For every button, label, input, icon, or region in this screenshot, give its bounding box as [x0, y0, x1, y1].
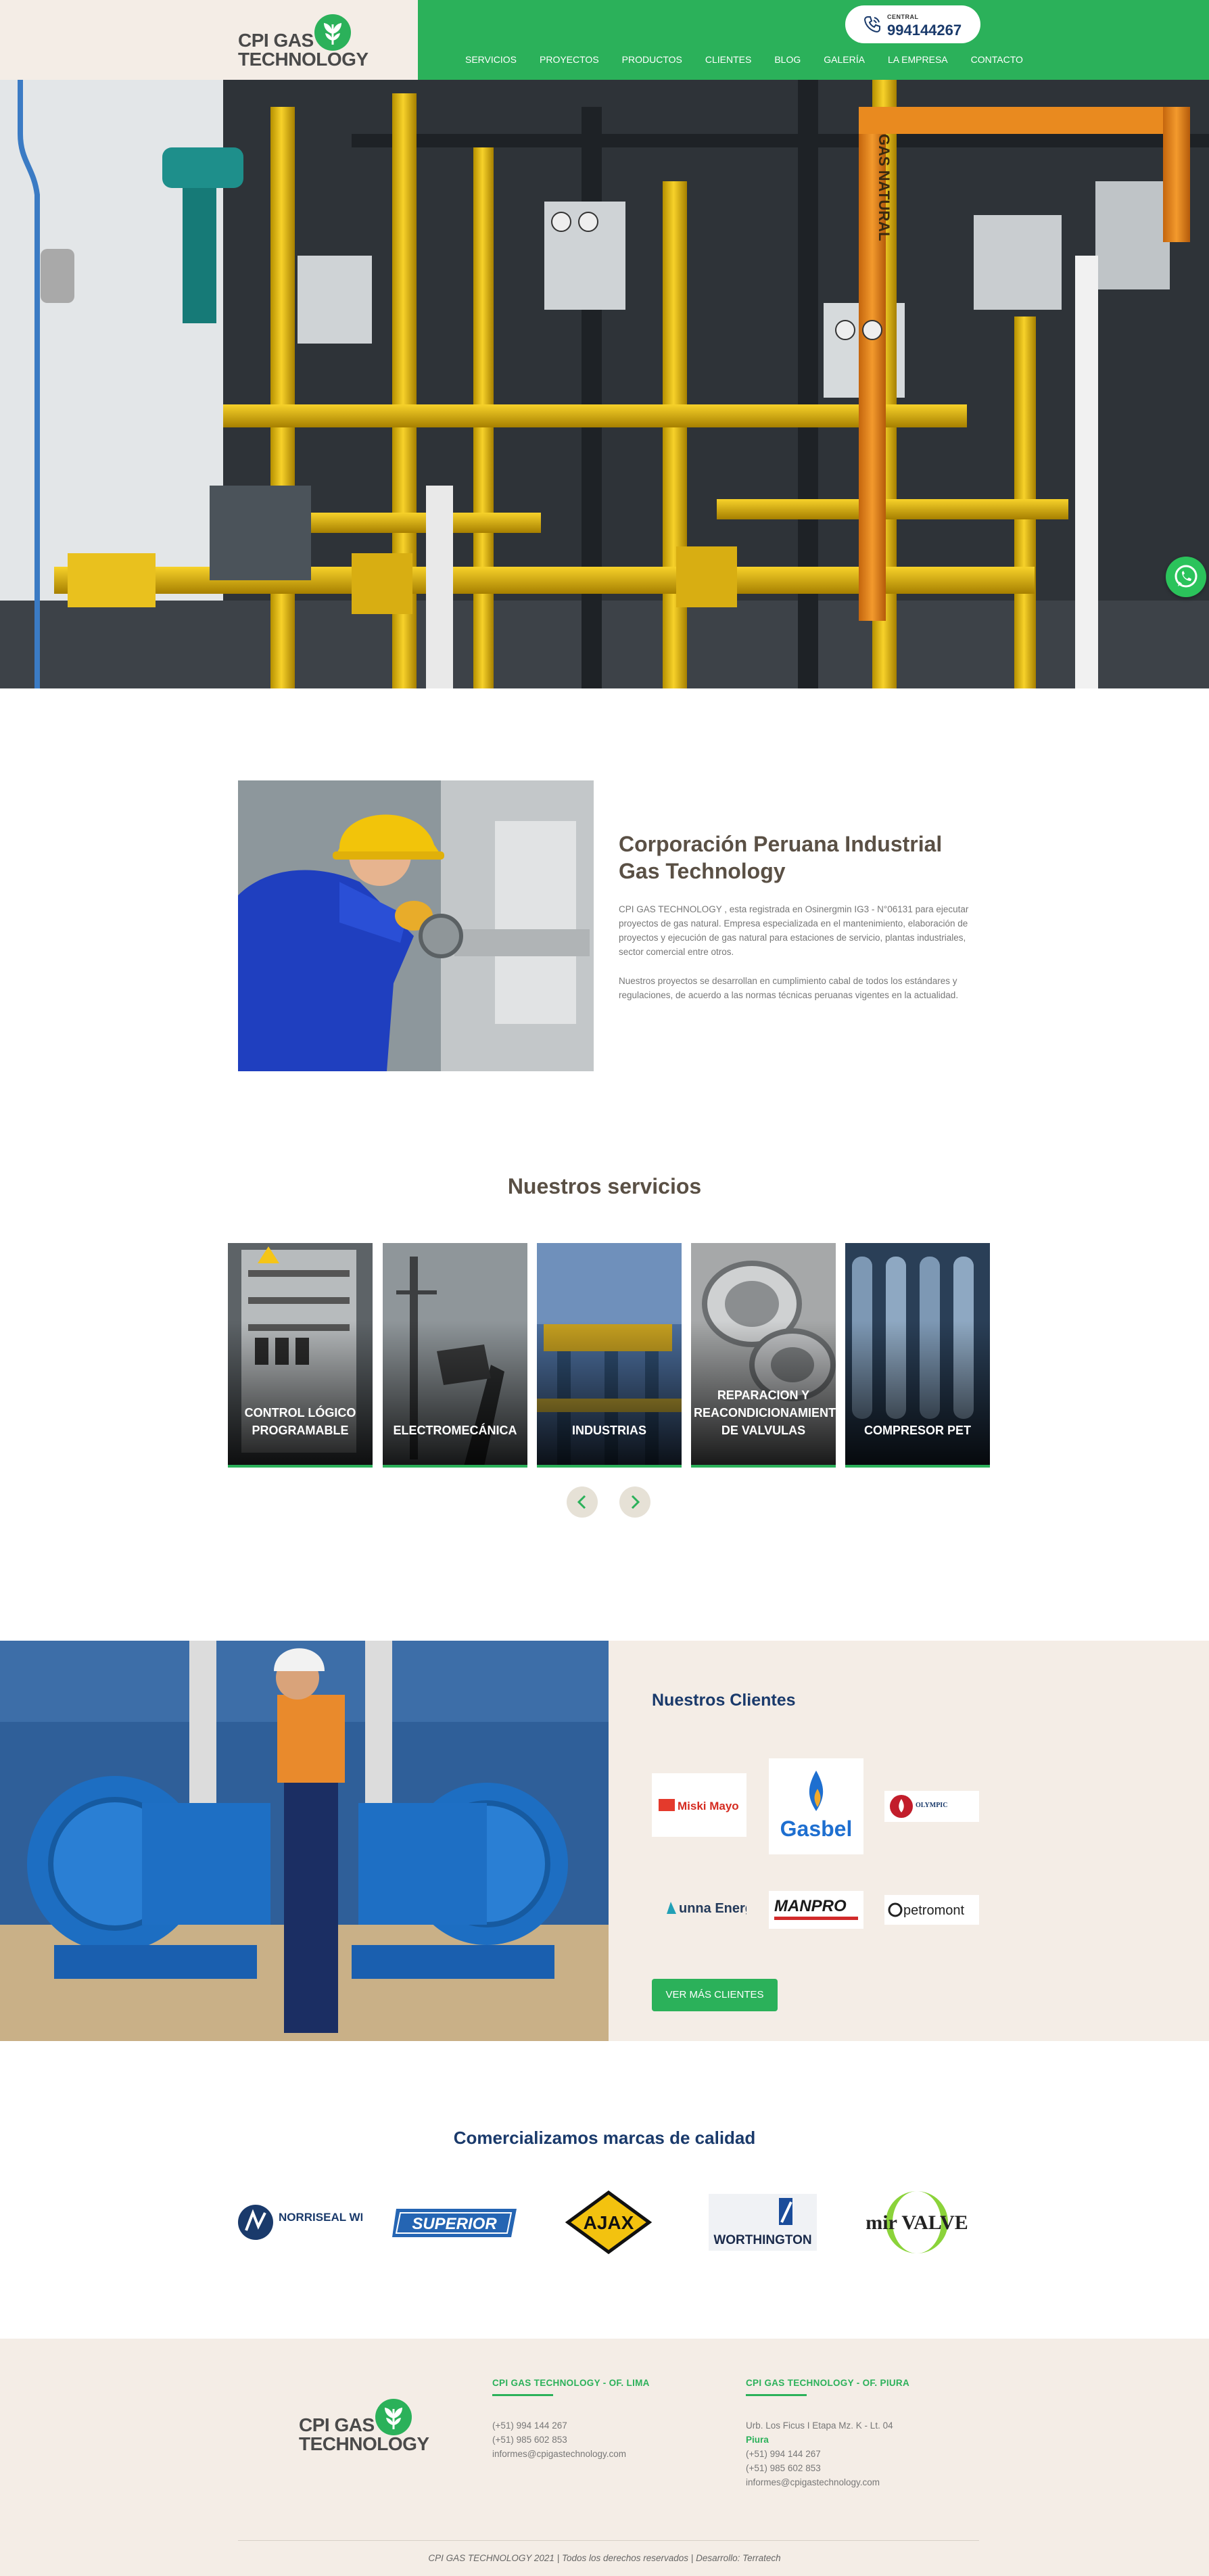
central-phone[interactable]: CENTRAL 994144267	[845, 5, 980, 43]
client-logo-text: unna Energía	[679, 1901, 746, 1916]
gas-plant-photo: GAS NATURAL	[0, 80, 1209, 688]
client-logo-text: OLYMPIC	[916, 1802, 947, 1809]
phone-icon	[863, 16, 880, 33]
footer-lima-phone-1[interactable]: (+51) 994 144 267	[492, 2418, 567, 2433]
whatsapp-button[interactable]	[1166, 557, 1206, 597]
brand-logo-text: SUPERIOR	[412, 2215, 497, 2233]
footer-lima-phone-2[interactable]: (+51) 985 602 853	[492, 2433, 567, 2447]
about-title: Corporación Peruana Industrial Gas Techn…	[619, 832, 943, 883]
service-card[interactable]: REPARACION Y REACONDICIONAMIENTO DE VALV…	[691, 1243, 836, 1468]
brand-logo-ajax[interactable]: AJAX	[546, 2188, 671, 2256]
footer-piura-title: CPI GAS TECHNOLOGY - OF. PIURA	[746, 2378, 910, 2388]
client-logo-text: Miski Mayo	[678, 1800, 739, 1812]
whatsapp-icon	[1175, 565, 1198, 588]
brand-logo-mir-valve[interactable]: mir VALVE	[855, 2188, 979, 2256]
footer-piura-underline	[746, 2394, 807, 2396]
client-logo-manpro[interactable]: MANPRO	[769, 1891, 863, 1929]
client-logo-text: petromont	[903, 1903, 964, 1918]
brand-logo-text: NORRISEAL WELLMARK	[279, 2211, 362, 2224]
about-photo	[238, 780, 594, 1071]
service-label: ELECTROMECÁNICA	[393, 1424, 517, 1437]
nav-clientes[interactable]: CLIENTES	[705, 54, 751, 65]
service-card[interactable]: COMPRESOR PET	[845, 1243, 990, 1468]
service-label: REPARACION Y REACONDICIONAMIENTO DE VALV…	[694, 1388, 836, 1437]
svg-text:GAS NATURAL: GAS NATURAL	[876, 134, 893, 241]
brand-logo-text: mir VALVE	[866, 2211, 968, 2234]
client-logo-gasbel[interactable]: Gasbel	[769, 1758, 863, 1854]
nav-la-empresa[interactable]: LA EMPRESA	[888, 54, 948, 65]
copyright: CPI GAS TECHNOLOGY 2021 | Todos los dere…	[428, 2553, 781, 2563]
leaf-icon	[375, 2399, 412, 2435]
brand-logo-text: AJAX	[584, 2212, 634, 2233]
client-logo-text: MANPRO	[774, 1897, 847, 1915]
brand-logo-worthington[interactable]: WORTHINGTON	[701, 2188, 825, 2256]
footer-lima-title: CPI GAS TECHNOLOGY - OF. LIMA	[492, 2378, 650, 2388]
client-logo-text: Gasbel	[780, 1817, 853, 1841]
footer-lima-email[interactable]: informes@cpigastechnology.com	[492, 2447, 626, 2461]
client-logo-olympic[interactable]: OLYMPIC	[884, 1791, 979, 1822]
service-label: COMPRESOR PET	[863, 1424, 972, 1437]
carousel-next-button[interactable]	[619, 1486, 650, 1518]
client-logo-miski-mayo[interactable]: Miski Mayo	[652, 1773, 746, 1837]
carousel-prev-button[interactable]	[567, 1486, 598, 1518]
leaf-icon	[314, 14, 351, 51]
service-card[interactable]: ELECTROMECÁNICA	[383, 1243, 527, 1468]
service-card[interactable]: CONTROL LÓGICO PROGRAMABLE	[228, 1243, 373, 1468]
services-title: Nuestros servicios	[507, 1174, 702, 1198]
chevron-right-icon	[631, 1495, 640, 1509]
chevron-left-icon	[577, 1495, 586, 1509]
footer-logo[interactable]: CPI GAS TECHNOLOGY	[299, 2397, 429, 2455]
service-card[interactable]: INDUSTRIAS	[537, 1243, 682, 1468]
footer-piura-phone-1[interactable]: (+51) 994 144 267	[746, 2447, 821, 2461]
nav-galeria[interactable]: GALERÍA	[824, 54, 865, 65]
logo-text-line2: TECHNOLOGY	[299, 2433, 429, 2454]
header-nav-area	[418, 0, 1209, 80]
nav-blog[interactable]: BLOG	[774, 54, 801, 65]
main-nav: SERVICIOS PROYECTOS PRODUCTOS CLIENTES B…	[465, 54, 1046, 65]
more-clients-button[interactable]: VER MÁS CLIENTES	[652, 1979, 778, 2011]
clients-title: Nuestros Clientes	[652, 1691, 796, 1710]
footer-divider	[238, 2540, 979, 2541]
service-label: CONTROL LÓGICO PROGRAMABLE	[244, 1406, 356, 1437]
nav-contacto[interactable]: CONTACTO	[971, 54, 1023, 65]
footer-piura-address: Urb. Los Ficus I Etapa Mz. K - Lt. 04	[746, 2420, 893, 2431]
phone-number: 994144267	[887, 22, 962, 39]
client-logo-unna[interactable]: unna Energía	[652, 1887, 765, 1931]
about-paragraph-2: Nuestros proyectos se desarrollan en cum…	[619, 976, 959, 1000]
nav-proyectos[interactable]: PROYECTOS	[540, 54, 599, 65]
brands-title: Comercializamos marcas de calidad	[453, 2128, 756, 2148]
brand-logo-norriseal[interactable]: NORRISEAL WELLMARK	[238, 2188, 417, 2256]
about-paragraph-1: CPI GAS TECHNOLOGY , esta registrada en …	[619, 904, 969, 957]
hero-image: GAS NATURAL	[0, 80, 1209, 688]
phone-label: CENTRAL	[887, 14, 919, 20]
nav-servicios[interactable]: SERVICIOS	[465, 54, 517, 65]
brand-logo-text: WORTHINGTON	[713, 2233, 811, 2247]
logo-text-line2: TECHNOLOGY	[238, 49, 369, 70]
footer-piura-city: Piura	[746, 2435, 769, 2445]
service-label: INDUSTRIAS	[571, 1424, 646, 1437]
client-logo-petromont[interactable]: petromont	[884, 1895, 979, 1925]
footer-piura-email[interactable]: informes@cpigastechnology.com	[746, 2475, 880, 2489]
nav-productos[interactable]: PRODUCTOS	[622, 54, 682, 65]
site-header: CPI GAS TECHNOLOGY CENTRAL 994144267 SER…	[0, 0, 1209, 80]
footer-lima-underline	[492, 2394, 553, 2396]
brand-logo-superior[interactable]: SUPERIOR	[392, 2188, 517, 2256]
footer-piura-phone-2[interactable]: (+51) 985 602 853	[746, 2461, 821, 2475]
site-logo[interactable]: CPI GAS TECHNOLOGY	[238, 12, 369, 70]
clients-photo	[0, 1641, 609, 2041]
